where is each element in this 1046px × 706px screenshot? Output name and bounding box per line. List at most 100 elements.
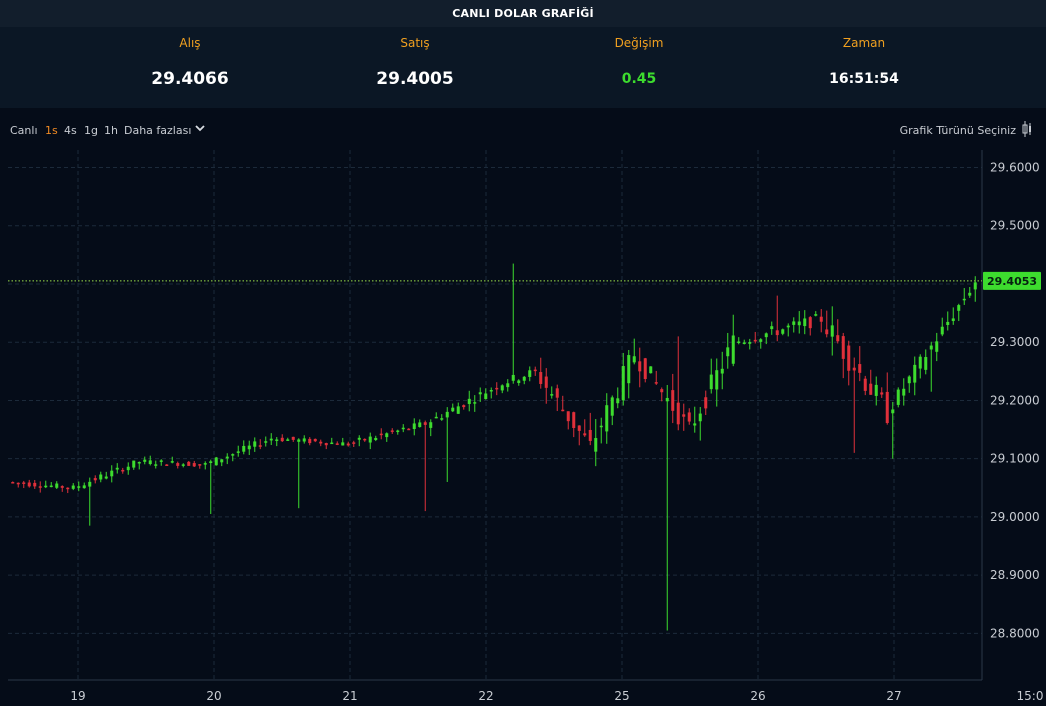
more-intervals-button[interactable]: Daha fazlası <box>124 124 191 137</box>
candle-body <box>544 376 548 388</box>
candle-body <box>748 342 752 344</box>
x-tick-label: 26 <box>750 689 765 703</box>
sell-price-value: 29.4005 <box>376 69 454 89</box>
candle-body <box>682 414 686 417</box>
candle-body <box>924 357 928 370</box>
time-label: Zaman <box>842 36 886 50</box>
candle-body <box>819 316 823 322</box>
x-tick-label: 21 <box>342 689 357 703</box>
candle-body <box>77 486 81 488</box>
y-tick-label: 29.5000 <box>990 219 1040 233</box>
candle-body <box>616 398 620 404</box>
candle-body <box>456 406 460 414</box>
candle-body <box>660 389 664 393</box>
candle-body <box>286 439 290 441</box>
candle-body <box>687 412 691 422</box>
candle-body <box>385 433 389 438</box>
chevron-down-icon[interactable] <box>194 122 206 134</box>
candle-body <box>929 345 933 350</box>
interval-4s-button[interactable]: 4s <box>64 124 77 137</box>
candle-body <box>258 445 262 447</box>
candle-body <box>55 483 59 488</box>
candle-body <box>104 476 108 479</box>
x-tick-label: 19 <box>70 689 85 703</box>
live-button[interactable]: Canlı <box>10 124 38 137</box>
candle-body <box>71 485 75 489</box>
candle-body <box>324 443 328 446</box>
candle-body <box>126 466 130 471</box>
candle-body <box>209 461 213 463</box>
candle-body <box>363 438 367 441</box>
price-chart[interactable]: 29.600029.500029.400029.300029.200029.10… <box>0 150 1046 706</box>
x-tick-label: 25 <box>614 689 629 703</box>
candle-body <box>940 326 944 335</box>
candle-body <box>649 366 653 374</box>
x-tick-label: 27 <box>886 689 901 703</box>
candle-body <box>528 370 532 377</box>
interval-1g-button[interactable]: 1g <box>84 124 98 137</box>
candle-body <box>99 474 103 480</box>
candle-body <box>66 487 70 490</box>
candle-body <box>720 368 724 374</box>
candle-body <box>401 427 405 430</box>
candle-body <box>253 441 257 447</box>
candle-body <box>880 392 884 395</box>
candle-body <box>44 485 48 488</box>
candle-body <box>16 482 20 485</box>
candle-body <box>918 356 922 369</box>
candle-body <box>511 374 515 381</box>
candle-body <box>627 355 631 384</box>
candle-body <box>203 463 207 465</box>
candle-body <box>440 418 444 420</box>
candle-body <box>335 443 339 445</box>
candle-body <box>434 416 438 419</box>
candlestick-icon[interactable] <box>1022 120 1032 138</box>
candle-body <box>198 464 202 466</box>
candle-body <box>473 402 477 404</box>
candle-body <box>225 456 229 459</box>
candle-body <box>764 333 768 338</box>
candle-body <box>599 425 603 428</box>
candle-body <box>737 341 741 343</box>
chart-type-selector[interactable]: Grafik Türünü Seçiniz <box>900 124 1016 137</box>
candle-body <box>181 464 185 466</box>
candle-body <box>632 356 636 363</box>
candle-body <box>132 460 136 468</box>
candle-body <box>154 464 158 466</box>
buy-price-value: 29.4066 <box>151 69 229 89</box>
candle-body <box>423 422 427 425</box>
candle-body <box>489 389 493 392</box>
chart-toolbar: Canlı 1s 4s 1g 1h Daha fazlası Grafik Tü… <box>0 116 1046 144</box>
candle-body <box>891 409 895 414</box>
candle-body <box>951 318 955 322</box>
candle-body <box>968 292 972 296</box>
candle-body <box>665 397 669 402</box>
candle-body <box>539 372 543 384</box>
candle-body <box>187 461 191 466</box>
candle-body <box>374 437 378 440</box>
candle-body <box>143 459 147 462</box>
candle-body <box>445 411 449 418</box>
candle-body <box>49 485 53 488</box>
candle-body <box>22 482 26 484</box>
candle-body <box>572 412 576 428</box>
candle-body <box>330 442 334 445</box>
candle-body <box>698 413 702 422</box>
candle-body <box>11 482 15 484</box>
candle-body <box>115 467 119 470</box>
y-tick-label: 29.0000 <box>990 510 1040 524</box>
candle-body <box>297 439 301 442</box>
candle-body <box>742 342 746 344</box>
candle-body <box>467 398 471 404</box>
candle-body <box>38 486 42 488</box>
candle-body <box>352 442 356 444</box>
candle-body <box>390 430 394 432</box>
candle-body <box>902 388 906 396</box>
candle-body <box>308 438 312 444</box>
interval-1s-button[interactable]: 1s <box>45 124 58 137</box>
candle-body <box>693 423 697 426</box>
interval-1h-button[interactable]: 1h <box>104 124 118 137</box>
candle-body <box>588 429 592 441</box>
candle-body <box>852 367 856 371</box>
candle-body <box>264 441 268 443</box>
